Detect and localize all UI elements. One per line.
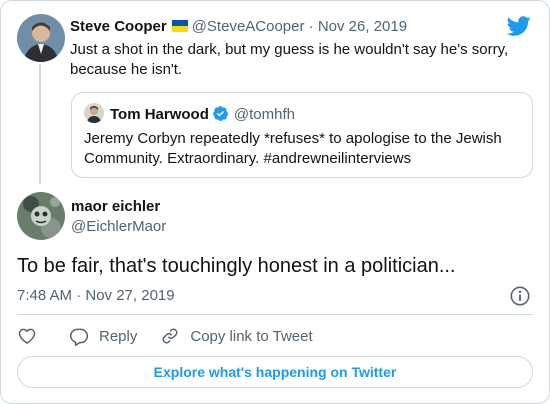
reply-label: Reply bbox=[99, 327, 138, 345]
parent-tweet-header: Steve Cooper @SteveACooper · Nov 26, 2019 bbox=[70, 17, 407, 37]
quoted-tweet-header: Tom Harwood @tomhfh bbox=[84, 103, 520, 123]
divider bbox=[17, 314, 533, 315]
quoted-author-name: Tom Harwood bbox=[110, 106, 209, 123]
heart-icon bbox=[18, 328, 36, 344]
tweet-date[interactable]: Nov 26, 2019 bbox=[318, 18, 407, 35]
reply-button[interactable]: Reply bbox=[69, 326, 137, 346]
tweet-timestamp[interactable]: 7:48 AM · Nov 27, 2019 bbox=[17, 286, 175, 306]
main-tweet-text: To be fair, that's touchingly honest in … bbox=[17, 255, 456, 277]
avatar-tom-harwood bbox=[84, 103, 104, 123]
author-handle[interactable]: @SteveACooper bbox=[192, 18, 305, 35]
verified-badge-icon bbox=[213, 106, 229, 121]
author-name[interactable]: Steve Cooper bbox=[70, 18, 167, 35]
separator-dot: · bbox=[308, 18, 314, 35]
quoted-tweet-text: Jeremy Corbyn repeatedly *refuses* to ap… bbox=[84, 130, 502, 167]
link-icon bbox=[162, 328, 178, 344]
info-icon[interactable] bbox=[509, 285, 531, 307]
explore-twitter-button[interactable]: Explore what's happening on Twitter bbox=[17, 356, 533, 388]
parent-tweet-text: Just a shot in the dark, but my guess is… bbox=[70, 41, 509, 78]
avatar-steve-cooper[interactable] bbox=[17, 14, 65, 62]
thread-connector-line bbox=[39, 64, 41, 184]
main-author-handle[interactable]: @EichlerMaor bbox=[71, 217, 166, 237]
twitter-bird-icon[interactable] bbox=[507, 14, 531, 38]
reply-icon bbox=[69, 328, 89, 346]
main-author-name[interactable]: maor eichler bbox=[71, 197, 160, 217]
copy-link-label: Copy link to Tweet bbox=[190, 327, 313, 345]
quoted-tweet[interactable]: Tom Harwood @tomhfh Jeremy Corbyn repeat… bbox=[71, 92, 533, 178]
tweet-actions: Reply Copy link to Tweet bbox=[17, 324, 313, 348]
quoted-author-handle: @tomhfh bbox=[233, 106, 295, 123]
like-button[interactable] bbox=[17, 326, 37, 346]
copy-link-button[interactable]: Copy link to Tweet bbox=[160, 326, 313, 346]
avatar-maor-eichler[interactable] bbox=[17, 192, 65, 240]
ukraine-flag-icon bbox=[171, 20, 188, 32]
tweet-embed-card: Steve Cooper @SteveACooper · Nov 26, 2019… bbox=[0, 0, 550, 404]
